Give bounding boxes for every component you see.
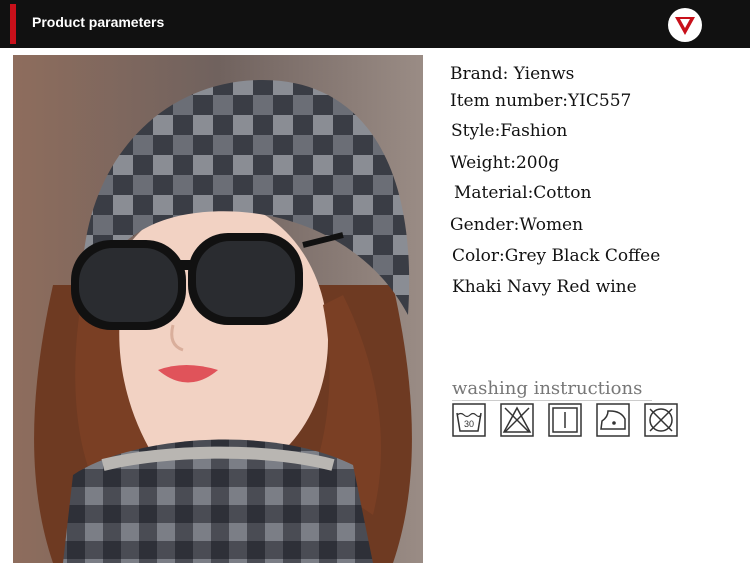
param-brand: Brand: Yienws bbox=[450, 64, 575, 84]
washing-divider bbox=[452, 400, 652, 401]
header-accent bbox=[10, 4, 16, 44]
do-not-dry-clean-icon bbox=[644, 403, 678, 437]
param-style: Style:Fashion bbox=[451, 121, 568, 141]
wash-temp-label: 30 bbox=[464, 419, 474, 429]
washing-icons: 30 bbox=[452, 403, 692, 437]
wash-30-icon: 30 bbox=[452, 403, 486, 437]
do-not-bleach-icon bbox=[500, 403, 534, 437]
param-weight: Weight:200g bbox=[450, 153, 560, 173]
model-illustration bbox=[13, 55, 423, 563]
line-dry-icon bbox=[548, 403, 582, 437]
param-material: Material:Cotton bbox=[454, 183, 592, 203]
low-iron-icon bbox=[596, 403, 630, 437]
header-bar: Product parameters bbox=[0, 0, 750, 48]
param-gender: Gender:Women bbox=[450, 215, 584, 235]
param-item-number: Item number:YIC557 bbox=[450, 91, 632, 111]
param-color-cont: Khaki Navy Red wine bbox=[452, 277, 637, 297]
washing-instructions-title: washing instructions bbox=[452, 378, 643, 399]
header-title: Product parameters bbox=[32, 14, 165, 30]
product-photo bbox=[13, 55, 423, 563]
red-v-logo-icon bbox=[668, 8, 702, 42]
param-color: Color:Grey Black Coffee bbox=[452, 246, 661, 266]
